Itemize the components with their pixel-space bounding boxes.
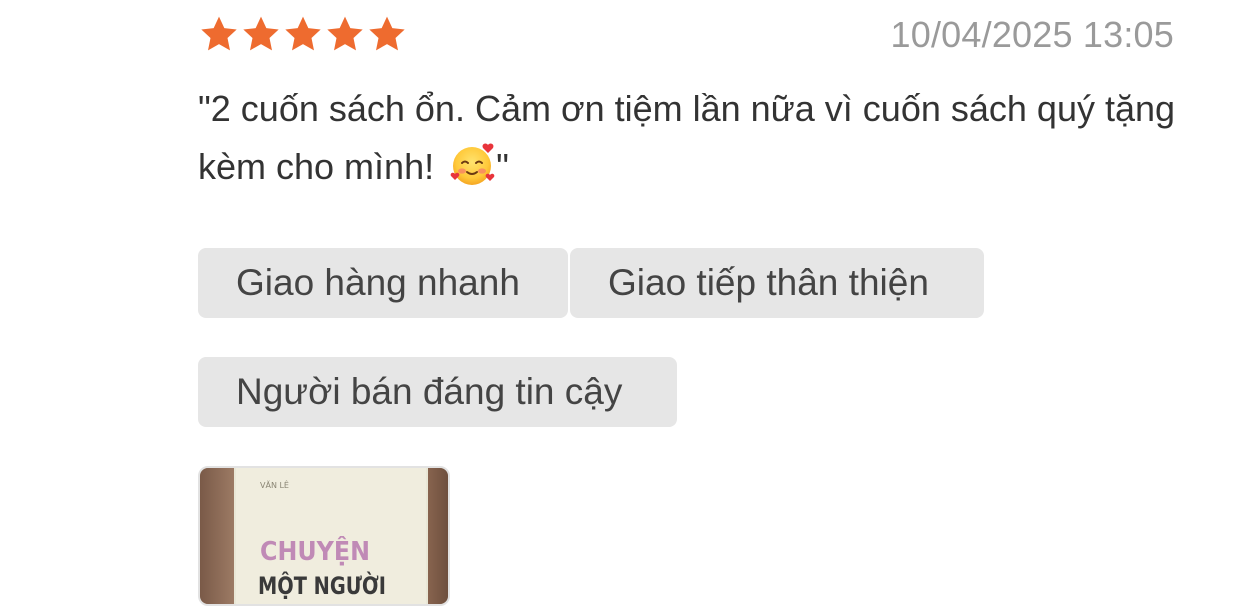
tag-friendly-communication[interactable]: Giao tiếp thân thiện — [570, 248, 984, 318]
review-text-body: "2 cuốn sách ổn. Cảm ơn tiệm lần nữa vì … — [198, 88, 1176, 187]
book-author: VĂN LÊ — [260, 479, 289, 490]
review-card: 10/04/2025 13:05 "2 cuốn sách ổn. Cảm ơn… — [0, 0, 1242, 606]
star-icon — [201, 16, 237, 51]
book-title-line1: CHUYỆN — [260, 535, 370, 567]
star-icon — [369, 16, 405, 51]
book-title-line2: MỘT NGƯỜI — [258, 570, 386, 600]
star-rating — [198, 14, 408, 54]
tag-fast-delivery[interactable]: Giao hàng nhanh — [198, 248, 568, 318]
tag-trusted-seller[interactable]: Người bán đáng tin cậy — [198, 357, 677, 427]
smiling-face-with-hearts-icon — [450, 143, 495, 185]
review-photo-thumbnail[interactable]: VĂN LÊ CHUYỆN MỘT NGƯỜI — [198, 466, 450, 606]
review-text-closing-quote: " — [496, 146, 509, 187]
review-text: "2 cuốn sách ổn. Cảm ơn tiệm lần nữa vì … — [198, 80, 1188, 196]
review-timestamp: 10/04/2025 13:05 — [890, 14, 1174, 55]
star-icon — [327, 16, 363, 51]
star-icon — [285, 16, 321, 51]
star-icon — [243, 16, 279, 51]
